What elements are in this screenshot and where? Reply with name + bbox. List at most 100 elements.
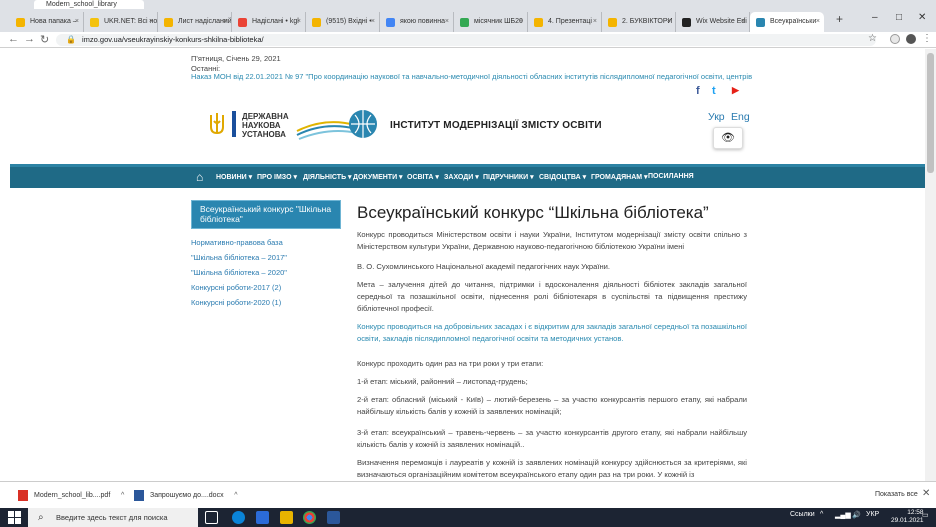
back-icon[interactable]: ← (8, 33, 19, 45)
page-scrollbar[interactable] (925, 49, 936, 481)
menu-item-3[interactable]: ДОКУМЕНТИ ▾ (353, 173, 403, 181)
tab-close-icon[interactable]: × (149, 12, 153, 32)
article-paragraph: 1-й етап: міський, районний – листопад-г… (357, 377, 528, 386)
profile-avatar-icon[interactable] (906, 34, 916, 44)
download-item[interactable]: Modern_school_lib....pdf ^ (16, 487, 124, 504)
tab-favicon-icon (16, 18, 25, 27)
taskbar-search-placeholder: Введите здесь текст для поиска (56, 513, 168, 522)
tab-9[interactable]: Wix Website Edi × (676, 12, 750, 32)
lang-eng-link[interactable]: Eng (731, 111, 750, 123)
twitter-icon[interactable]: t (712, 85, 716, 97)
tab-10[interactable]: Всеукраїнськи × (750, 12, 824, 32)
tray-chevron-icon[interactable]: ^ (820, 511, 823, 518)
tab-favicon-icon (460, 18, 469, 27)
trident-emblem-icon (210, 113, 224, 135)
menu-item-9[interactable]: ПОСИЛАННЯ (648, 173, 694, 180)
lock-icon[interactable]: 🔒 (66, 34, 76, 46)
article-paragraph[interactable]: Конкурс проводиться на добровільних заса… (357, 321, 747, 345)
tab-close-icon[interactable]: × (816, 12, 820, 32)
tab-close-icon[interactable]: × (223, 12, 227, 32)
tab-6[interactable]: місячник ШБ20 × (454, 12, 528, 32)
url-field[interactable]: 🔒 imzo.gov.ua/vseukrayinskiy-konkurs-shk… (56, 34, 876, 46)
scrollbar-thumb[interactable] (927, 53, 934, 173)
menu-item-0[interactable]: НОВИНИ ▾ (216, 173, 252, 181)
search-icon: ⌕ (38, 512, 44, 523)
tab-label: Нова папака – (30, 18, 77, 25)
sidebar-link-0[interactable]: Нормативно-правова база (191, 238, 283, 247)
tab-5[interactable]: якою повинна × (380, 12, 454, 32)
links-toolbar-label[interactable]: Ссылки (790, 511, 815, 518)
sidebar-link-4[interactable]: Конкурсні роботи-2020 (1) (191, 298, 281, 307)
tab-7[interactable]: 4. Презентаці × (528, 12, 602, 32)
taskbar-clock[interactable]: 12:58 29.01.2021 (891, 509, 924, 525)
sidebar-link-2[interactable]: "Шкільна бібліотека – 2020" (191, 268, 287, 277)
tab-0[interactable]: Нова папака – × (10, 12, 84, 32)
imzo-logo-icon[interactable] (295, 107, 385, 143)
chrome-icon[interactable] (303, 511, 316, 524)
clock-date: 29.01.2021 (891, 517, 924, 524)
sidebar-link-1[interactable]: "Шкільна бібліотека – 2017" (191, 253, 287, 262)
tab-8[interactable]: 2. БУКВІКТОРИ × (602, 12, 676, 32)
tab-4[interactable]: (9515) Вхідні • × (306, 12, 380, 32)
extension-icon[interactable] (890, 34, 900, 44)
task-view-icon[interactable] (205, 511, 218, 524)
minimize-icon[interactable]: – (872, 12, 878, 23)
news-ticker-link[interactable]: Наказ МОН від 22.01.2021 № 97 "Про коорд… (191, 72, 752, 81)
file-explorer-icon[interactable] (280, 511, 293, 524)
forward-icon[interactable]: → (24, 33, 35, 45)
maximize-icon[interactable]: □ (896, 12, 902, 23)
sidebar-heading[interactable]: Всеукраїнський конкурс "Шкільна бібліоте… (191, 200, 341, 229)
lang-ukr-link[interactable]: Укр (708, 111, 725, 123)
network-icon[interactable]: ▂▄▆ (835, 511, 851, 519)
tab-2[interactable]: Лист надісланий × (158, 12, 232, 32)
volume-icon[interactable]: 🔊 (852, 511, 861, 519)
tab-close-icon[interactable]: × (297, 12, 301, 32)
download-options-icon[interactable]: ^ (121, 487, 124, 504)
close-downloads-icon[interactable]: ✕ (922, 488, 930, 499)
tab-close-icon[interactable]: × (371, 12, 375, 32)
download-item[interactable]: Запрошуємо до....docx ^ (132, 487, 238, 504)
show-all-downloads-button[interactable]: Показать все (875, 491, 918, 498)
institute-title[interactable]: ІНСТИТУТ МОДЕРНІЗАЦІЇ ЗМІСТУ ОСВІТИ (390, 120, 602, 131)
tab-1[interactable]: UKR.NET: Всі но × (84, 12, 158, 32)
home-icon[interactable]: ⌂ (196, 170, 203, 184)
menu-item-4[interactable]: ОСВІТА ▾ (407, 173, 439, 181)
menu-item-7[interactable]: СВІДОЦТВА ▾ (539, 173, 586, 181)
window-titlebar: Modern_school_library (0, 0, 936, 9)
main-menu: ⌂ НОВИНИ ▾ ПРО ІМЗО ▾ ДІЯЛЬНІСТЬ ▾ ДОКУМЕНТ… (10, 164, 925, 188)
download-options-icon[interactable]: ^ (234, 487, 237, 504)
reload-icon[interactable]: ↻ (40, 33, 49, 46)
menu-item-2[interactable]: ДІЯЛЬНІСТЬ ▾ (303, 173, 352, 181)
tab-close-icon[interactable]: × (593, 12, 597, 32)
tab-label: 2. БУКВІКТОРИ (622, 18, 673, 25)
tab-favicon-icon (90, 18, 99, 27)
new-tab-icon[interactable]: + (836, 12, 843, 26)
menu-item-8[interactable]: ГРОМАДЯНАМ ▾ (591, 173, 648, 181)
menu-item-5[interactable]: ЗАХОДИ ▾ (444, 173, 479, 181)
tab-favicon-icon (756, 18, 765, 27)
tab-close-icon[interactable]: × (667, 12, 671, 32)
tab-favicon-icon (534, 18, 543, 27)
sidebar-link-3[interactable]: Конкурсні роботи-2017 (2) (191, 283, 281, 292)
store-icon[interactable] (256, 511, 269, 524)
facebook-icon[interactable]: f (696, 85, 700, 97)
bookmark-star-icon[interactable]: ☆ (868, 33, 877, 44)
state-institution-label: ДЕРЖАВНА НАУКОВА УСТАНОВА (242, 112, 289, 139)
taskbar-search-field[interactable]: ⌕ Введите здесь текст для поиска (28, 508, 198, 527)
tab-close-icon[interactable]: × (741, 12, 745, 32)
edge-browser-icon[interactable] (232, 511, 245, 524)
word-icon[interactable] (327, 511, 340, 524)
menu-item-6[interactable]: ПІДРУЧНИКИ ▾ (483, 173, 534, 181)
windows-start-icon[interactable] (8, 511, 21, 524)
youtube-icon[interactable]: ▶ (732, 85, 739, 96)
language-indicator[interactable]: УКР (866, 511, 879, 518)
accessibility-eye-icon[interactable]: 👁 (713, 127, 743, 149)
tab-close-icon[interactable]: × (445, 12, 449, 32)
tab-close-icon[interactable]: × (75, 12, 79, 32)
menu-item-1[interactable]: ПРО ІМЗО ▾ (257, 173, 297, 181)
tab-close-icon[interactable]: × (519, 12, 523, 32)
close-window-icon[interactable]: ✕ (918, 12, 926, 23)
tab-3[interactable]: Надіслані • kgl × (232, 12, 306, 32)
browser-menu-icon[interactable]: ⋮ (922, 33, 932, 44)
notifications-icon[interactable]: ▭ (922, 511, 929, 519)
